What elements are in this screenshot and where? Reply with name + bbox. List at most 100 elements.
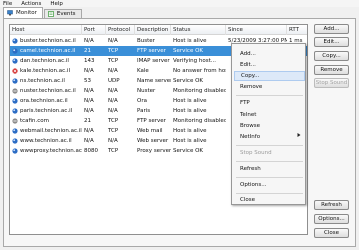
cell-description: Ora	[137, 98, 147, 104]
cell-description: Paris	[137, 108, 151, 114]
cell-status: Host is alive	[173, 128, 207, 134]
context-menu-refresh[interactable]: Refresh	[234, 164, 305, 174]
cell-status: Service OK	[173, 78, 204, 84]
cell-protocol: N/A	[108, 108, 118, 114]
cell-protocol: TCP	[108, 148, 119, 154]
menu-help[interactable]: Help	[50, 1, 63, 7]
column-header-status[interactable]: Status	[171, 25, 226, 35]
cell-host: ns.technion.ac.il	[20, 78, 65, 84]
cell-protocol: TCP	[108, 48, 119, 54]
cell-status: Verifying host...	[173, 58, 216, 64]
cell-host: kale.technion.ac.il	[20, 68, 70, 74]
cell-description: Web server	[137, 138, 169, 144]
cell-status: No answer from host	[173, 68, 226, 74]
column-header-port[interactable]: Port	[82, 25, 106, 35]
context-menu-remove[interactable]: Remove	[234, 82, 305, 92]
context-menu-options[interactable]: Options...	[234, 180, 305, 190]
context-menu-telnet[interactable]: Telnet	[234, 110, 305, 120]
cell-protocol: N/A	[108, 88, 118, 94]
context-menu-add[interactable]: Add...	[234, 49, 305, 59]
add-button[interactable]: Add...	[314, 24, 349, 34]
column-header-description[interactable]: Description	[135, 25, 171, 35]
cell-host: www.technion.ac.il	[20, 138, 72, 144]
column-header-host[interactable]: Host	[10, 25, 82, 35]
cell-description: IMAP server	[137, 58, 170, 64]
context-menu-stop-sound[interactable]: Stop Sound	[234, 148, 305, 158]
copy-button[interactable]: Copy...	[314, 51, 349, 61]
table-header: Host Port Protocol Description Status Si…	[10, 25, 307, 35]
cell-description: Name server	[137, 78, 171, 84]
cell-port: 8080	[84, 148, 98, 154]
context-menu-separator	[236, 161, 303, 162]
menu-file[interactable]: File	[3, 1, 12, 7]
cell-protocol: TCP	[108, 118, 119, 124]
tab-monitor-label: Monitor	[16, 10, 37, 16]
tab-events[interactable]: Events	[43, 9, 82, 18]
menu-actions[interactable]: Actions	[21, 1, 41, 7]
tab-monitor[interactable]: Monitor	[3, 7, 43, 18]
context-menu-netinfo-label: NetInfo	[240, 134, 261, 140]
cell-port: N/A	[84, 128, 94, 134]
context-menu-netinfo[interactable]: NetInfo	[234, 132, 305, 142]
context-menu-ftp[interactable]: FTP	[234, 98, 305, 108]
context-menu-copy[interactable]: Copy...	[234, 71, 305, 81]
context-menu-separator	[236, 177, 303, 178]
cell-host: tcafin.com	[20, 118, 49, 124]
cell-port: N/A	[84, 108, 94, 114]
context-menu-close[interactable]: Close	[234, 195, 305, 205]
cell-port: N/A	[84, 88, 94, 94]
cell-status: Host is alive	[173, 38, 207, 44]
column-header-since[interactable]: Since	[226, 25, 287, 35]
context-menu-separator	[236, 193, 303, 194]
cell-protocol: TCP	[108, 128, 119, 134]
cell-status: Host is alive	[173, 98, 207, 104]
cell-protocol: TCP	[108, 58, 119, 64]
monitor-icon	[7, 10, 13, 16]
cell-status: Host is alive	[173, 108, 207, 114]
cell-port: 53	[84, 78, 91, 84]
cell-host: nuster.technion.ac.il	[20, 88, 76, 94]
context-menu-browse[interactable]: Browse	[234, 121, 305, 131]
context-menu-separator	[236, 95, 303, 96]
submenu-arrow-icon	[297, 132, 301, 142]
cell-host: paris.technion.ac.il	[20, 108, 73, 114]
cell-port: 21	[84, 118, 91, 124]
refresh-button[interactable]: Refresh	[314, 200, 349, 210]
cell-description: Proxy server	[137, 148, 171, 154]
edit-button[interactable]: Edit...	[314, 37, 349, 47]
cell-port: N/A	[84, 68, 94, 74]
cell-description: FTP server	[137, 48, 166, 54]
context-menu: Add... Edit... Copy... Remove FTP Telnet…	[231, 43, 306, 205]
options-button[interactable]: Options...	[314, 214, 349, 224]
cell-port: 21	[84, 48, 91, 54]
cell-host: wwwproxy.technion.ac.il	[20, 148, 82, 154]
cell-protocol: N/A	[108, 68, 118, 74]
cell-host: camel.technion.ac.il	[20, 48, 76, 54]
cell-description: Buster	[137, 38, 155, 44]
tab-events-label: Events	[56, 11, 76, 17]
cell-port: N/A	[84, 138, 94, 144]
close-button[interactable]: Close	[314, 228, 349, 238]
column-header-protocol[interactable]: Protocol	[106, 25, 135, 35]
context-menu-edit[interactable]: Edit...	[234, 60, 305, 70]
events-icon	[48, 11, 54, 17]
stop-sound-button[interactable]: Stop Sound	[314, 78, 349, 88]
cell-status: Monitoring disabled	[173, 118, 226, 124]
cell-status: Monitoring disabled	[173, 88, 226, 94]
cell-protocol: N/A	[108, 98, 118, 104]
cell-description: Kale	[137, 68, 149, 74]
cell-protocol: N/A	[108, 38, 118, 44]
cell-host: dan.technion.ac.il	[20, 58, 69, 64]
context-menu-separator	[236, 145, 303, 146]
cell-description: Web mail	[137, 128, 163, 134]
cell-status: Host is alive	[173, 138, 207, 144]
cell-host: ora.technion.ac.il	[20, 98, 68, 104]
menu-bar: File Actions Help	[0, 0, 359, 7]
tab-strip: Monitor Events	[3, 7, 83, 18]
column-header-rtt[interactable]: RTT	[287, 25, 307, 35]
remove-button[interactable]: Remove	[314, 65, 349, 75]
cell-host: webmail.technion.ac.il	[20, 128, 82, 134]
cell-port: N/A	[84, 98, 94, 104]
cell-host: buster.technion.ac.il	[20, 38, 76, 44]
cell-port: 143	[84, 58, 95, 64]
